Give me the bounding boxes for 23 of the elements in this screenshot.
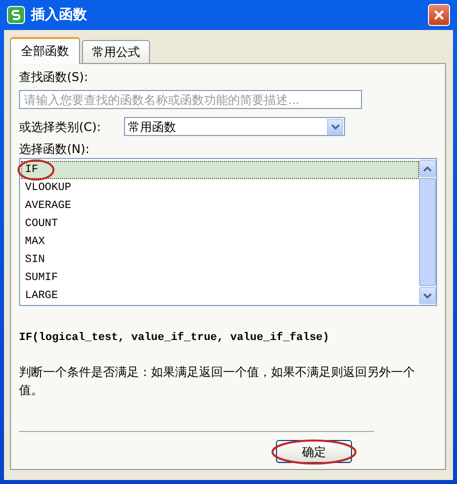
close-icon — [433, 9, 445, 21]
scroll-up-button[interactable] — [419, 160, 436, 177]
tab[interactable]: 常用公式 — [82, 40, 150, 63]
close-button[interactable] — [428, 4, 450, 26]
function-list-item[interactable]: COUNT — [21, 215, 419, 233]
function-list-item[interactable]: VLOOKUP — [21, 179, 419, 197]
function-description: 判断一个条件是否满足：如果满足返回一个值，如果不满足则返回另外一个值。 — [19, 364, 416, 398]
search-label: 查找函数(S): — [19, 69, 90, 86]
function-signature: IF(logical_test, value_if_true, value_if_false) — [19, 330, 330, 346]
category-label: 或选择类别(C): — [19, 118, 102, 136]
function-list-label: 选择函数(N): — [19, 141, 90, 158]
search-field[interactable]: 请输入您要查找的函数名称或函数功能的简要描述... — [19, 90, 362, 109]
window-title: 插入函数 — [31, 6, 87, 24]
category-dropdown[interactable]: 常用函数 — [124, 117, 345, 136]
function-list-item[interactable]: MAX — [21, 233, 419, 251]
tab[interactable]: 全部函数 — [10, 37, 80, 64]
app-logo-icon — [7, 6, 25, 24]
scroll-down-button[interactable] — [419, 287, 436, 304]
function-list-item[interactable]: SIN — [21, 251, 419, 269]
function-list-item[interactable]: SUMIF — [21, 269, 419, 287]
scrollbar-thumb[interactable] — [419, 178, 436, 286]
function-list-item[interactable]: LARGE — [21, 287, 419, 305]
function-list-item[interactable]: AVERAGE — [21, 197, 419, 215]
